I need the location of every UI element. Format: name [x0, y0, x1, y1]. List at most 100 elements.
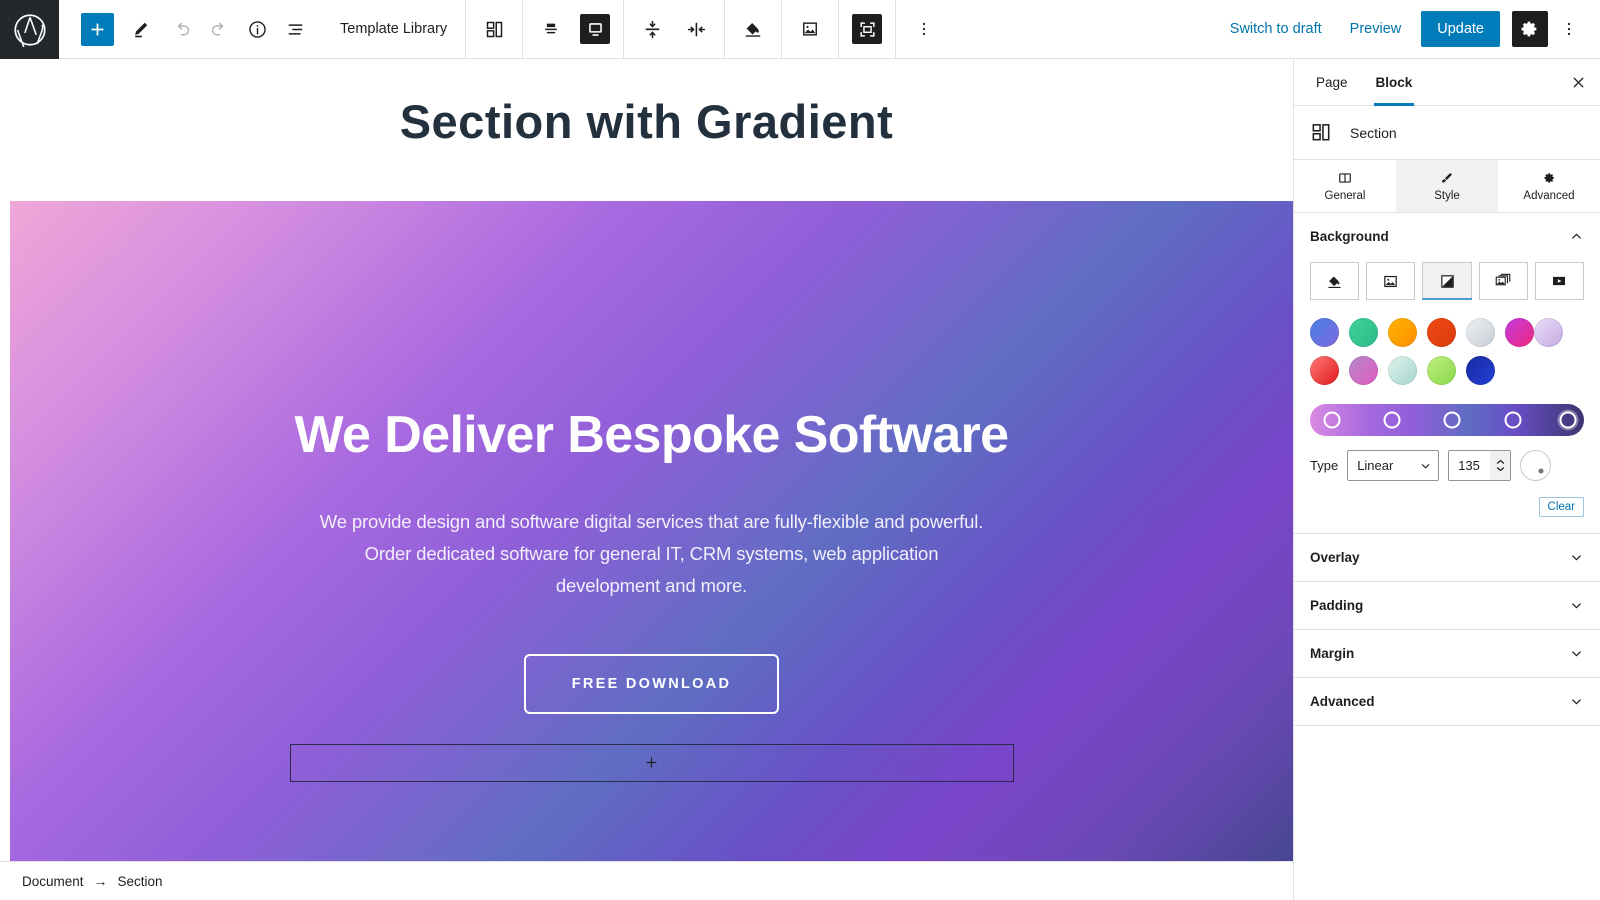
gradient-slider[interactable]: [1310, 404, 1584, 436]
panel-overlay-header[interactable]: Overlay: [1294, 534, 1600, 581]
undo-arrow-icon[interactable]: [162, 10, 200, 48]
top-toolbar: Template Library Switch to draft Preview…: [0, 0, 1600, 59]
section-content: We Deliver Bespoke Software We provide d…: [10, 201, 1293, 861]
chevron-down-icon[interactable]: [1569, 694, 1584, 709]
section-align-icon[interactable]: [529, 0, 573, 59]
gear-icon[interactable]: [1512, 11, 1548, 47]
template-library-button[interactable]: Template Library: [314, 0, 465, 58]
full-width-icon[interactable]: [845, 0, 889, 59]
segment-style[interactable]: Style: [1396, 160, 1498, 212]
info-circle-icon[interactable]: [238, 10, 276, 48]
toolbar-right-group: Switch to draft Preview Update: [1216, 0, 1600, 58]
gradient-angle-knob[interactable]: [1520, 450, 1552, 481]
gradient-stop-2[interactable]: [1383, 411, 1401, 429]
gradient-type-label: Type: [1310, 458, 1339, 473]
segment-general[interactable]: General: [1294, 160, 1396, 212]
block-tools-group-1: [465, 0, 522, 58]
gradient-swatch-2[interactable]: [1349, 318, 1378, 347]
panel-background-title: Background: [1310, 229, 1389, 244]
background-type-buttons: [1310, 262, 1585, 300]
columns-layout-icon[interactable]: [472, 0, 516, 59]
panel-advanced-title: Advanced: [1310, 694, 1375, 709]
tab-block-label: Block: [1375, 74, 1413, 90]
gradient-swatch-3[interactable]: [1388, 318, 1417, 347]
redo-arrow-icon[interactable]: [200, 10, 238, 48]
block-tools-group-2: [522, 0, 623, 58]
horizontal-spacing-icon[interactable]: [674, 0, 718, 59]
background-type-gradient-icon[interactable]: [1422, 262, 1472, 300]
vertical-spacing-icon[interactable]: [630, 0, 674, 59]
gradient-stop-1[interactable]: [1323, 411, 1341, 429]
device-preview-icon[interactable]: [573, 0, 617, 59]
editor-app: Template Library Switch to draft Preview…: [0, 0, 1600, 900]
panel-advanced-header[interactable]: Advanced: [1294, 678, 1600, 725]
chevron-down-icon[interactable]: [1569, 598, 1584, 613]
gradient-swatch-1[interactable]: [1310, 318, 1339, 347]
panel-advanced: Advanced: [1294, 678, 1600, 726]
gradient-swatch-8[interactable]: [1310, 356, 1339, 385]
background-type-solid-color-icon[interactable]: [1310, 262, 1360, 300]
wordpress-logo-icon[interactable]: [0, 0, 59, 59]
background-type-slideshow-icon[interactable]: [1478, 262, 1528, 300]
gradient-stop-4[interactable]: [1504, 411, 1522, 429]
switch-to-draft-button[interactable]: Switch to draft: [1216, 10, 1336, 48]
page-title[interactable]: Section with Gradient: [0, 94, 1293, 149]
gradient-swatch-7[interactable]: [1534, 318, 1563, 347]
gradient-angle-stepper[interactable]: [1490, 451, 1511, 480]
breadcrumb-item-section[interactable]: Section: [118, 874, 163, 889]
free-download-button[interactable]: FREE DOWNLOAD: [523, 653, 780, 714]
vertical-dots-icon[interactable]: [902, 0, 946, 59]
block-appender[interactable]: [289, 743, 1014, 782]
background-type-image-icon[interactable]: [1366, 262, 1416, 300]
gradient-preset-swatches: [1310, 318, 1584, 394]
tools-pencil-icon[interactable]: [122, 10, 160, 48]
list-view-icon[interactable]: [276, 10, 314, 48]
preview-label: Preview: [1349, 21, 1402, 37]
selected-block-header: Section: [1294, 106, 1600, 160]
gradient-swatch-5[interactable]: [1466, 318, 1495, 347]
breadcrumb-separator-icon: →: [93, 873, 108, 889]
gradient-stop-3[interactable]: [1443, 411, 1461, 429]
tab-block[interactable]: Block: [1362, 59, 1427, 106]
chevron-up-icon[interactable]: [1569, 229, 1584, 244]
background-fill-icon[interactable]: [731, 0, 775, 59]
hero-paragraph[interactable]: We provide design and software digital s…: [312, 506, 992, 601]
panel-overlay: Overlay: [1294, 534, 1600, 582]
settings-sidebar: Page Block Section General Style Advance…: [1293, 59, 1600, 900]
panel-background-header[interactable]: Background: [1294, 213, 1600, 260]
hero-heading[interactable]: We Deliver Bespoke Software: [294, 406, 1009, 464]
segment-advanced[interactable]: Advanced: [1498, 160, 1600, 212]
sidebar-tabs: Page Block: [1294, 59, 1600, 106]
editor-menu-vertical-dots-icon[interactable]: [1552, 10, 1586, 48]
gradient-swatch-10[interactable]: [1388, 356, 1417, 385]
breadcrumb-item-document[interactable]: Document: [22, 874, 84, 889]
add-block-button[interactable]: [81, 12, 114, 46]
panel-margin-header[interactable]: Margin: [1294, 630, 1600, 677]
advanced-gear-icon: [1544, 172, 1554, 183]
gradient-angle-input[interactable]: 135: [1448, 450, 1512, 481]
panel-padding-header[interactable]: Padding: [1294, 582, 1600, 629]
chevron-down-icon[interactable]: [1569, 550, 1584, 565]
gradient-swatch-6[interactable]: [1505, 318, 1534, 347]
preview-button[interactable]: Preview: [1336, 10, 1416, 48]
background-type-video-icon[interactable]: [1534, 262, 1585, 300]
section-block[interactable]: We Deliver Bespoke Software We provide d…: [10, 201, 1293, 861]
panel-margin-title: Margin: [1310, 646, 1355, 661]
gradient-type-select[interactable]: Linear: [1347, 450, 1440, 481]
close-icon[interactable]: [1556, 59, 1600, 105]
gradient-swatch-9[interactable]: [1349, 356, 1378, 385]
plus-icon: [646, 757, 657, 768]
gradient-stop-5[interactable]: [1559, 411, 1577, 429]
block-more-options-group: [895, 0, 952, 58]
gradient-swatch-11[interactable]: [1427, 356, 1456, 385]
block-tools-group-5: [781, 0, 838, 58]
gradient-swatch-12[interactable]: [1466, 356, 1495, 385]
style-brush-icon: [1442, 172, 1452, 183]
background-image-icon[interactable]: [788, 0, 832, 59]
tab-page[interactable]: Page: [1302, 59, 1362, 105]
update-button[interactable]: Update: [1421, 11, 1500, 47]
chevron-down-icon[interactable]: [1569, 646, 1584, 661]
clear-button[interactable]: Clear: [1538, 497, 1584, 517]
gradient-swatch-4[interactable]: [1427, 318, 1456, 347]
